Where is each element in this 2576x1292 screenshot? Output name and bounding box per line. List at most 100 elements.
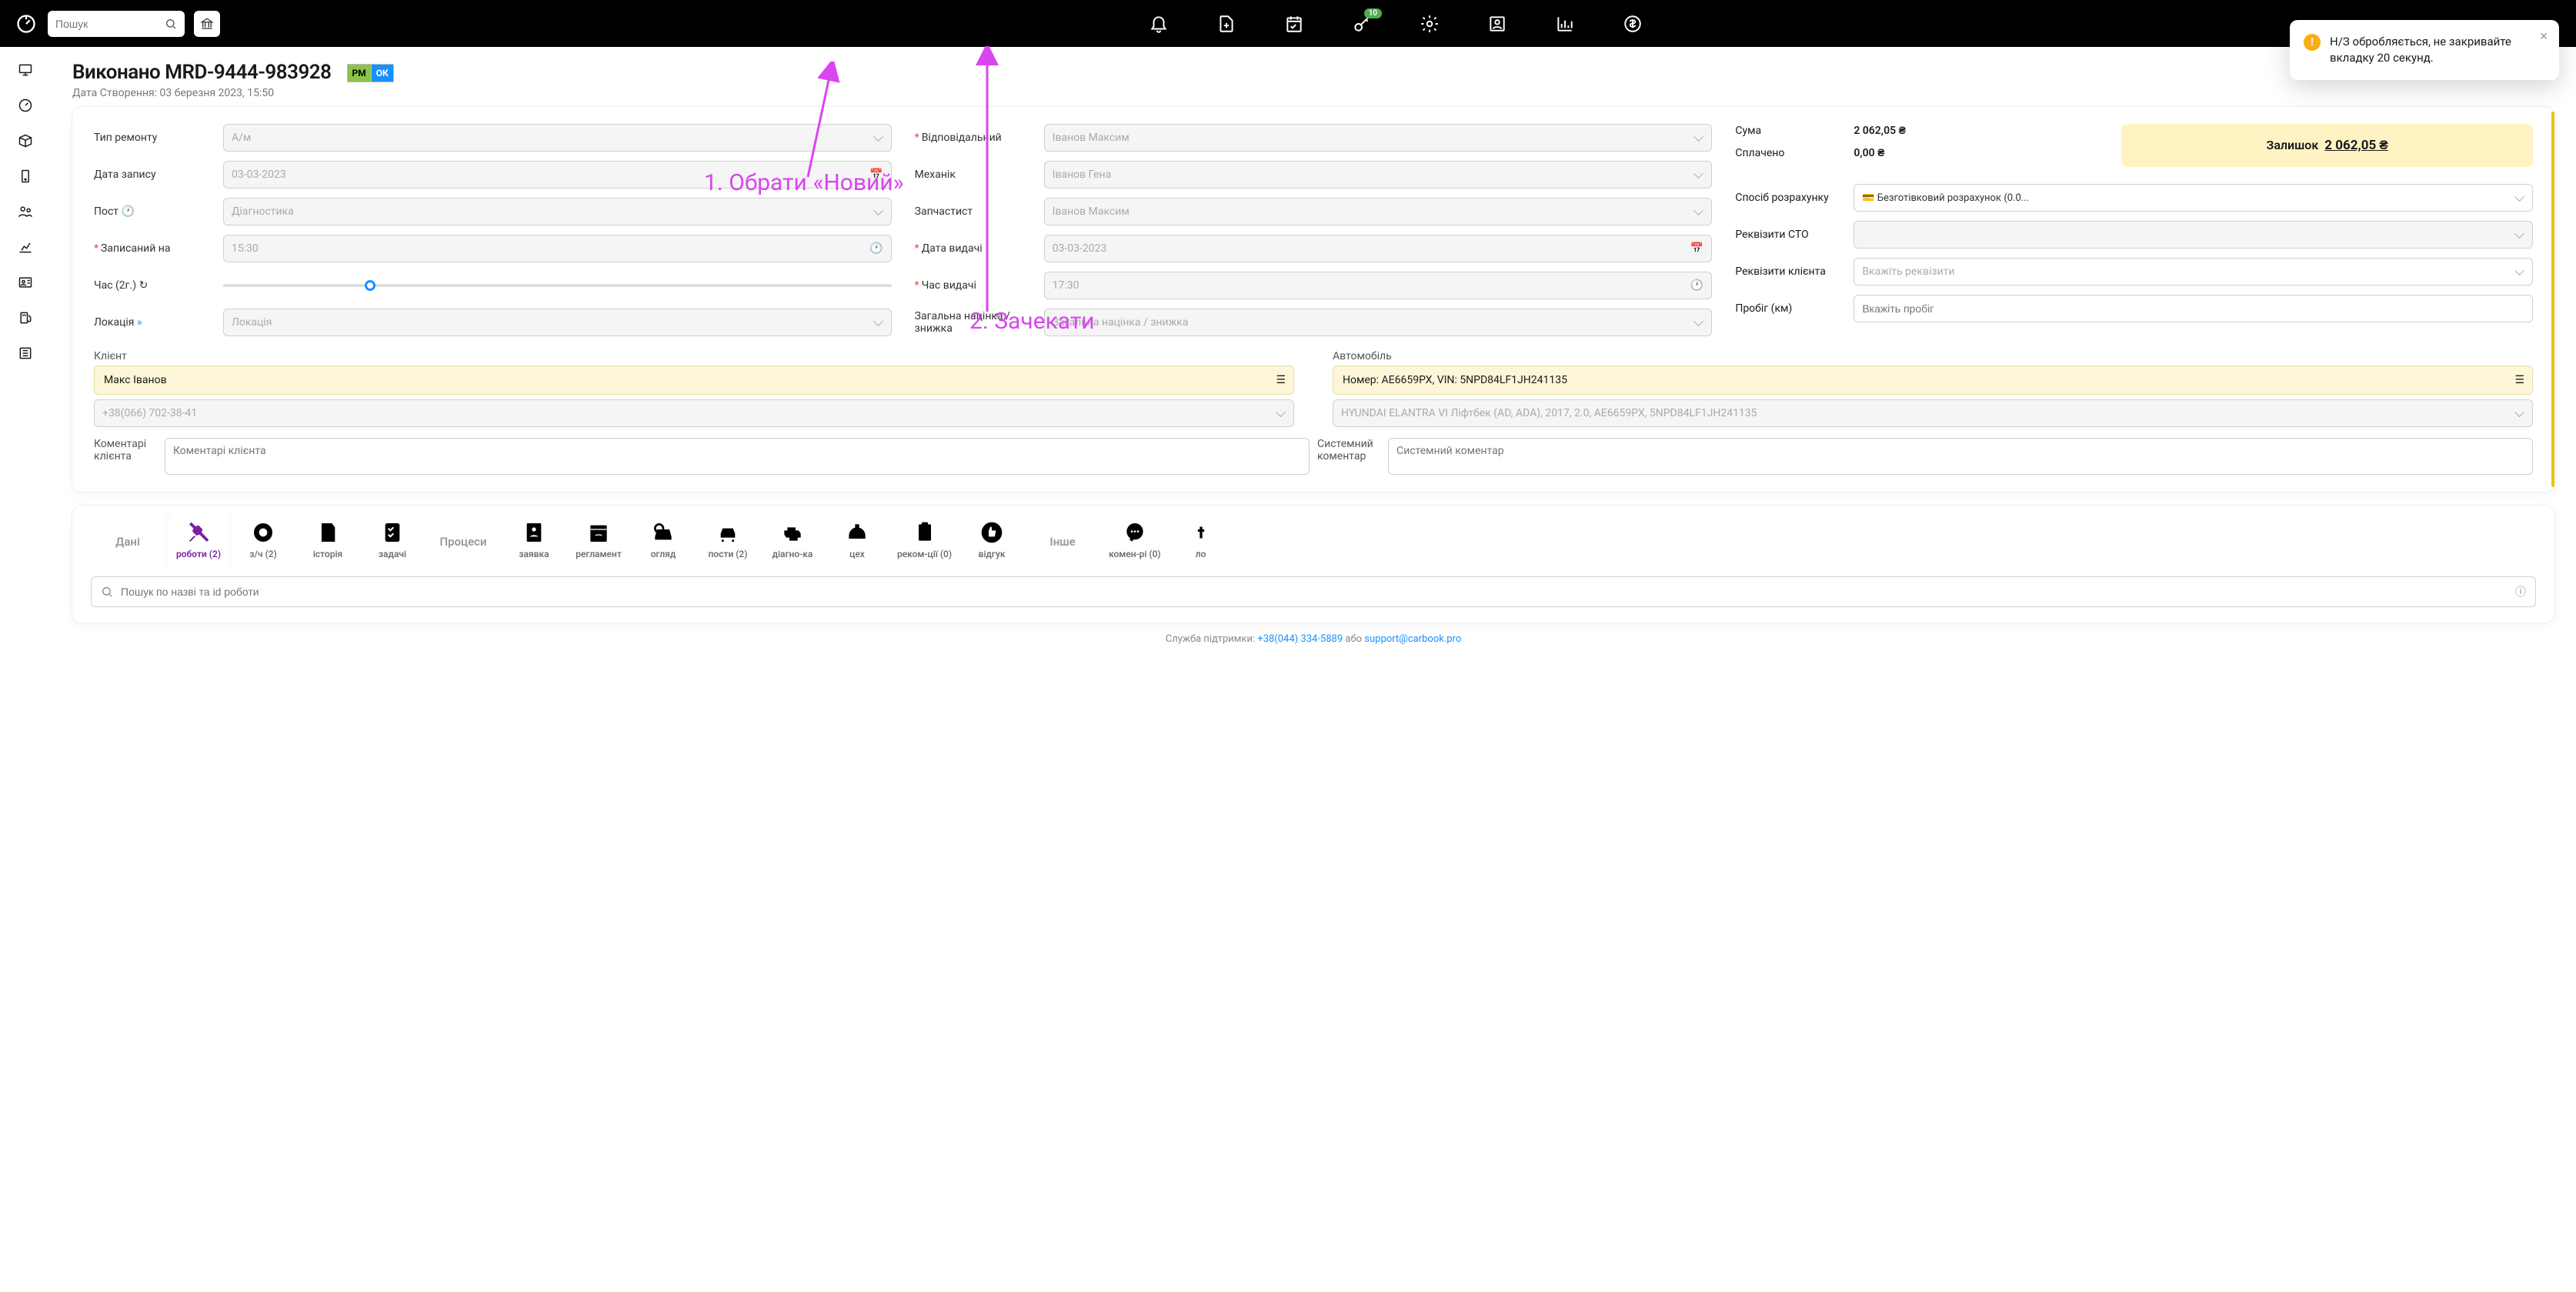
- history-icon: [315, 521, 340, 544]
- tab-reglament[interactable]: регламент: [568, 513, 629, 567]
- top-nav: 10: [0, 0, 2576, 47]
- tab-posts[interactable]: пости (2): [697, 513, 759, 567]
- brake-icon: [251, 521, 275, 544]
- paid-value: 0,00 ₴: [1854, 146, 1884, 159]
- paytype-select[interactable]: 💳 Безготівковий розрахунок (0.0...: [1854, 184, 2533, 212]
- repair-type-label: Тип ремонту: [94, 132, 215, 144]
- bell-icon[interactable]: [1146, 12, 1171, 36]
- post-select[interactable]: Діагностика: [223, 198, 892, 225]
- gear-icon[interactable]: [1417, 12, 1442, 36]
- contact-icon[interactable]: [1485, 12, 1510, 36]
- hours-label: Час (2г.) ↻: [94, 279, 215, 292]
- processing-toast: ! Н/З обробляється, не закривайте вкладк…: [2290, 20, 2559, 80]
- main-content: Виконано MRD-9444-983928 Дата Створення:…: [51, 47, 2576, 1292]
- menu-icon[interactable]: ☰: [1276, 374, 1286, 386]
- sidebar-device-icon[interactable]: [13, 164, 38, 189]
- badge-rm: РМ: [347, 64, 372, 82]
- car-details-select[interactable]: HYUNDAI ELANTRA VI Ліфтбек (AD, ADA), 20…: [1333, 399, 2533, 427]
- parts-select[interactable]: Іванов Максим: [1044, 198, 1713, 225]
- sidebar-people-icon[interactable]: [13, 199, 38, 224]
- reload-icon[interactable]: ↻: [139, 279, 148, 292]
- location-select[interactable]: Локація: [223, 309, 892, 336]
- mechanic-select[interactable]: Іванов Гена: [1044, 161, 1713, 189]
- mileage-input[interactable]: [1854, 295, 2533, 322]
- tab-feedback[interactable]: відгук: [961, 513, 1023, 567]
- tab-processes[interactable]: Процеси: [426, 516, 500, 567]
- tab-comments[interactable]: комен-рі (0): [1103, 513, 1167, 567]
- sto-label: Реквізити СТО: [1735, 229, 1846, 241]
- menu-icon[interactable]: ☰: [2514, 374, 2524, 386]
- tab-inspect[interactable]: огляд: [632, 513, 694, 567]
- chevron-icon: »: [137, 316, 142, 329]
- tab-works[interactable]: роботи (2): [168, 513, 229, 567]
- car-search-icon: [651, 521, 676, 544]
- balance-box: Залишок2 062,05 ₴: [2121, 124, 2533, 167]
- repair-type-select[interactable]: А/м: [223, 124, 892, 152]
- tab-tasks[interactable]: задачі: [362, 513, 423, 567]
- chart-icon[interactable]: [1553, 12, 1577, 36]
- toast-text: Н/З обробляється, не закривайте вкладку …: [2330, 34, 2528, 66]
- mechanic-label: Механік: [915, 169, 1036, 181]
- help-icon[interactable]: ⓘ: [2515, 584, 2526, 599]
- paytype-label: Спосіб розрахунку: [1735, 192, 1846, 204]
- support-email-link[interactable]: support@carbook.pro: [1364, 633, 1461, 645]
- key-icon[interactable]: 10: [1350, 12, 1374, 36]
- tab-recom[interactable]: реком-ції (0): [891, 513, 958, 567]
- calendar-check-icon[interactable]: [1282, 12, 1306, 36]
- close-icon[interactable]: ✕: [2539, 31, 2548, 43]
- left-sidebar: [0, 47, 51, 1292]
- client-phone-select[interactable]: +38(066) 702-38-41: [94, 399, 1294, 427]
- doc-user-icon: [522, 521, 546, 544]
- clock-icon: 🕐: [122, 205, 135, 218]
- work-search[interactable]: ⓘ: [91, 576, 2536, 607]
- balance-value[interactable]: 2 062,05 ₴: [2324, 138, 2388, 153]
- system-comment-input[interactable]: [1388, 438, 2533, 475]
- parts-label: Запчастист: [915, 205, 1036, 218]
- dollar-icon[interactable]: [1620, 12, 1645, 36]
- sidebar-dashboard-icon[interactable]: [13, 93, 38, 118]
- file-plus-icon[interactable]: [1214, 12, 1239, 36]
- tabs-card: Дані роботи (2) з/ч (2) історія задачі П…: [72, 506, 2554, 623]
- sidebar-user-card-icon[interactable]: [13, 270, 38, 295]
- app-logo[interactable]: [14, 12, 38, 36]
- work-search-input[interactable]: [121, 586, 2508, 598]
- tab-other[interactable]: Інше: [1026, 516, 1099, 567]
- client-req-select[interactable]: Вкажіть реквізити: [1854, 258, 2533, 285]
- client-comment-input[interactable]: [165, 438, 1310, 475]
- issue-date-input[interactable]: 03-03-2023📅: [1044, 235, 1713, 262]
- total-label: Сума: [1735, 125, 1846, 137]
- tab-request[interactable]: заявка: [503, 513, 565, 567]
- responsible-select[interactable]: Іванов Максим: [1044, 124, 1713, 152]
- location-icon: [1193, 521, 1209, 544]
- sidebar-pump-icon[interactable]: [13, 305, 38, 330]
- global-search[interactable]: [48, 11, 185, 37]
- sidebar-analytics-icon[interactable]: [13, 235, 38, 259]
- chat-icon: [1123, 521, 1147, 544]
- booked-label: *Записаний на: [94, 242, 215, 255]
- issue-time-input[interactable]: 17:30🕐: [1044, 272, 1713, 299]
- tab-parts[interactable]: з/ч (2): [232, 513, 294, 567]
- tabs-list: Дані роботи (2) з/ч (2) історія задачі П…: [91, 513, 2536, 567]
- bank-button[interactable]: [194, 11, 220, 37]
- client-bar[interactable]: Макс Іванов☰: [94, 366, 1294, 395]
- tab-lo[interactable]: ло: [1170, 513, 1232, 567]
- sidebar-list-icon[interactable]: [13, 341, 38, 366]
- tab-data[interactable]: Дані: [91, 516, 165, 567]
- sidebar-monitor-icon[interactable]: [13, 58, 38, 82]
- clock-icon: 🕐: [1690, 279, 1703, 292]
- tab-history[interactable]: історія: [297, 513, 359, 567]
- sidebar-box-icon[interactable]: [13, 129, 38, 153]
- tab-diag[interactable]: діагно-ка: [762, 513, 823, 567]
- search-input[interactable]: [55, 18, 165, 30]
- tab-workshop[interactable]: цех: [826, 513, 888, 567]
- sto-select[interactable]: [1854, 221, 2533, 249]
- markup-select[interactable]: Загальна націнка / знижка: [1044, 309, 1713, 336]
- thumb-icon: [979, 521, 1004, 544]
- date-input[interactable]: 03-03-2023📅: [223, 161, 892, 189]
- booked-input[interactable]: 15:30🕐: [223, 235, 892, 262]
- hours-slider[interactable]: [223, 272, 892, 299]
- issue-time-label: *Час видачі: [915, 279, 1036, 292]
- engine-icon: [780, 521, 805, 544]
- car-bar[interactable]: Номер: AE6659PX, VIN: 5NPD84LF1JH241135☰: [1333, 366, 2533, 395]
- support-phone-link[interactable]: +38(044) 334-5889: [1257, 633, 1343, 645]
